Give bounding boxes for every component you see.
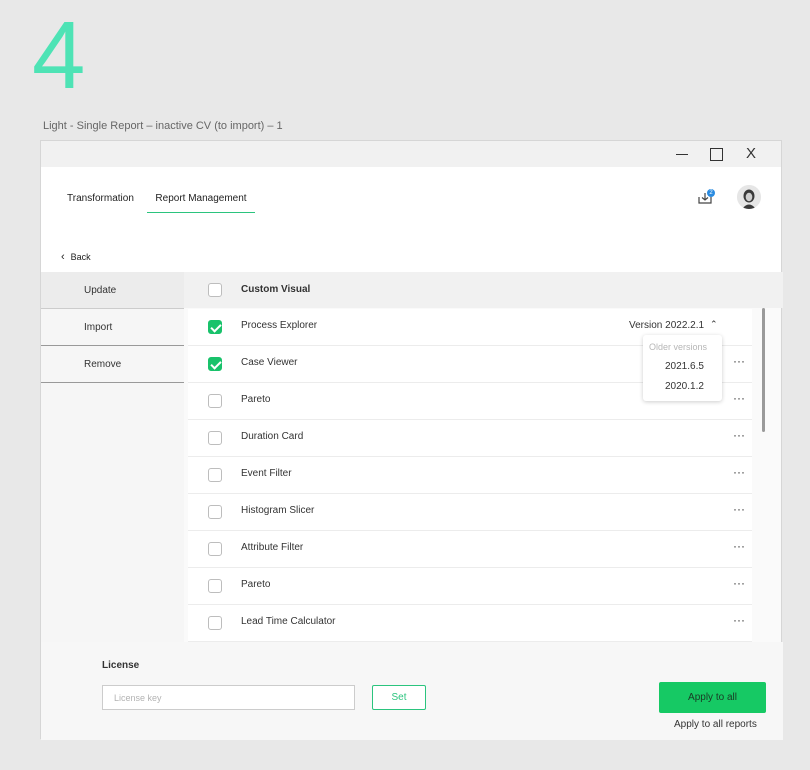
table-row: Lead Time Calculator ···	[188, 605, 752, 642]
table-row: Attribute Filter ···	[188, 531, 752, 568]
row-checkbox[interactable]	[208, 394, 222, 408]
more-options-icon[interactable]: ···	[733, 539, 745, 553]
more-options-icon[interactable]: ···	[733, 502, 745, 516]
table-header: Custom Visual	[184, 272, 783, 308]
sidebar-item-remove[interactable]: Remove	[41, 346, 184, 383]
frame-number: 4	[32, 2, 86, 109]
row-label: Pareto	[241, 394, 271, 405]
minimize-icon[interactable]	[671, 145, 693, 163]
apply-to-all-reports-link[interactable]: Apply to all reports	[674, 719, 757, 730]
row-label: Case Viewer	[241, 357, 298, 368]
table-scrollbar[interactable]	[762, 308, 765, 432]
title-bar: X	[41, 141, 781, 167]
version-select[interactable]: Version 2022.2.1	[629, 320, 704, 331]
row-checkbox[interactable]	[208, 542, 222, 556]
apply-to-all-button[interactable]: Apply to all	[659, 682, 766, 713]
row-checkbox[interactable]	[208, 320, 222, 334]
row-label: Histogram Slicer	[241, 505, 315, 516]
more-options-icon[interactable]: ···	[733, 576, 745, 590]
version-option[interactable]: 2020.1.2	[665, 381, 704, 392]
custom-visual-table: Custom Visual Process Explorer Version 2…	[184, 272, 783, 642]
license-footer: License Set Apply to all Apply to all re…	[41, 642, 783, 740]
row-label: Attribute Filter	[241, 542, 304, 553]
row-label: Event Filter	[241, 468, 292, 479]
frame-caption: Light - Single Report – inactive CV (to …	[43, 120, 283, 132]
dropdown-header: Older versions	[649, 342, 708, 352]
table-row: Histogram Slicer ···	[188, 494, 752, 531]
row-checkbox[interactable]	[208, 357, 222, 371]
license-key-input[interactable]	[102, 685, 355, 710]
version-dropdown: Older versions 2021.6.5 2020.1.2	[643, 335, 722, 401]
more-options-icon[interactable]: ···	[733, 428, 745, 442]
row-label: Duration Card	[241, 431, 304, 442]
table-row: Duration Card ···	[188, 420, 752, 457]
license-label: License	[102, 660, 140, 671]
row-label: Pareto	[241, 579, 271, 590]
row-label: Lead Time Calculator	[241, 616, 336, 627]
row-checkbox[interactable]	[208, 616, 222, 630]
sidebar: Update Import Remove	[41, 272, 184, 642]
sidebar-item-import[interactable]: Import	[41, 309, 184, 346]
tab-report-management[interactable]: Report Management	[147, 193, 255, 213]
tab-transformation[interactable]: Transformation	[67, 193, 134, 212]
version-option[interactable]: 2021.6.5	[665, 361, 704, 372]
sidebar-item-update[interactable]: Update	[41, 272, 184, 309]
row-checkbox[interactable]	[208, 505, 222, 519]
download-badge: 2	[707, 189, 715, 197]
set-button[interactable]: Set	[372, 685, 426, 710]
more-options-icon[interactable]: ···	[733, 391, 745, 405]
row-checkbox[interactable]	[208, 468, 222, 482]
select-all-checkbox[interactable]	[208, 283, 222, 297]
maximize-icon[interactable]	[705, 145, 727, 163]
table-row: Pareto ···	[188, 568, 752, 605]
back-link[interactable]: ‹ Back	[61, 251, 91, 263]
row-checkbox[interactable]	[208, 431, 222, 445]
more-options-icon[interactable]: ···	[733, 613, 745, 627]
chevron-up-icon[interactable]: ⌃	[710, 319, 718, 330]
row-checkbox[interactable]	[208, 579, 222, 593]
table-row: Event Filter ···	[188, 457, 752, 494]
more-options-icon[interactable]: ···	[733, 354, 745, 368]
chevron-left-icon: ‹	[61, 251, 65, 263]
more-options-icon[interactable]: ···	[733, 465, 745, 479]
avatar[interactable]	[737, 185, 761, 209]
app-window: X Transformation Report Management 2 ‹ Ba…	[40, 140, 783, 740]
back-label: Back	[70, 252, 91, 262]
close-icon[interactable]: X	[740, 145, 762, 163]
column-header-custom-visual: Custom Visual	[241, 284, 311, 295]
row-label: Process Explorer	[241, 320, 318, 331]
app-header: Transformation Report Management 2 ‹ Back	[41, 167, 781, 272]
avatar-icon	[737, 185, 761, 209]
